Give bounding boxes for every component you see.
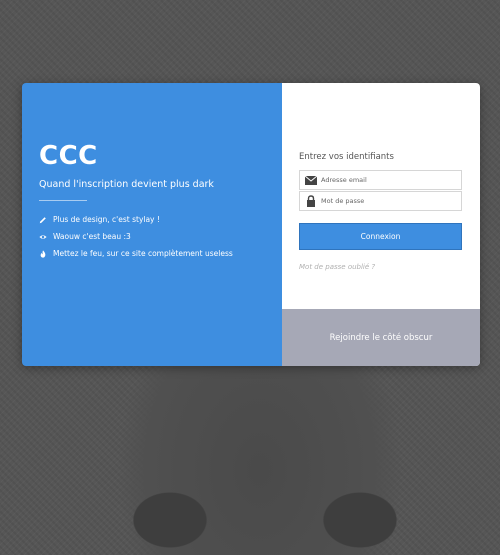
brand-divider [39, 200, 87, 201]
email-input[interactable] [321, 176, 451, 184]
brand-panel: CCC Quand l'inscription devient plus dar… [22, 83, 282, 366]
envelope-icon [304, 173, 318, 187]
login-panel: Entrez vos identifiants Connexion Mot de… [282, 83, 480, 366]
feature-label: Mettez le feu, sur ce site complètement … [53, 249, 233, 258]
password-input[interactable] [321, 197, 451, 205]
feature-label: Plus de design, c'est stylay ! [53, 215, 160, 224]
brand-tagline: Quand l'inscription devient plus dark [39, 179, 214, 190]
feature-item-design: Plus de design, c'est stylay ! [39, 215, 160, 224]
login-card: CCC Quand l'inscription devient plus dar… [22, 83, 480, 366]
lock-icon [304, 194, 318, 208]
feature-item-fire: Mettez le feu, sur ce site complètement … [39, 249, 233, 258]
login-button[interactable]: Connexion [299, 223, 462, 250]
feature-label: Waouw c'est beau :3 [53, 232, 131, 241]
forgot-password-link[interactable]: Mot de passe oublié ? [299, 263, 375, 271]
brand-title: CCC [39, 141, 98, 171]
join-dark-side-button[interactable]: Rejoindre le côté obscur [282, 309, 480, 366]
eye-icon [39, 234, 47, 239]
fire-icon [40, 249, 46, 258]
password-field[interactable] [299, 191, 462, 211]
login-heading: Entrez vos identifiants [299, 152, 394, 162]
feature-item-beauty: Waouw c'est beau :3 [39, 232, 131, 241]
email-field[interactable] [299, 170, 462, 190]
pencil-icon [39, 216, 46, 223]
